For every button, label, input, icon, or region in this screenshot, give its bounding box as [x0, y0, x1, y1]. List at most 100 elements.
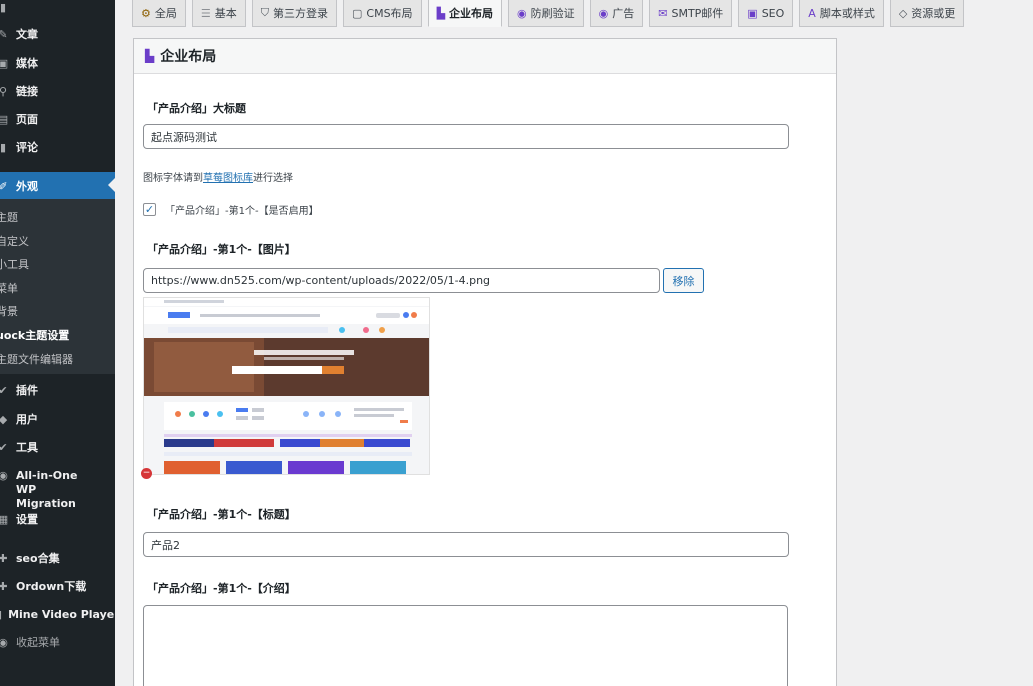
- submenu-item-menus[interactable]: 菜单: [0, 280, 18, 296]
- sidebar-item-label: 链接: [16, 85, 38, 98]
- title-label: 「产品介绍」-第1个-【标题】: [147, 508, 296, 521]
- sidebar-item-comments[interactable]: ▮ 评论: [0, 134, 115, 160]
- sidebar-item-top[interactable]: ▮: [0, 0, 115, 20]
- seo-icon: ✚: [0, 551, 8, 565]
- sidebar-item-links[interactable]: ⚲ 链接: [0, 78, 115, 104]
- comment-icon: ▮: [0, 140, 7, 154]
- tab-label: 防刷验证: [530, 7, 575, 20]
- tab-cms-layout[interactable]: ▢ CMS布局: [343, 0, 422, 27]
- tab-label: 基本: [214, 7, 237, 20]
- download-icon: ✚: [0, 579, 8, 593]
- sidebar-item-video-player[interactable]: ▮ Mine Video Player: [0, 601, 115, 627]
- tab-label: 第三方登录: [273, 7, 328, 20]
- sidebar-item-plugins[interactable]: ✔ 插件: [0, 377, 115, 403]
- sidebar-item-label: 工具: [16, 441, 38, 454]
- intro-label: 「产品介绍」-第1个-【介绍】: [147, 582, 296, 595]
- tab-label: SMTP邮件: [671, 7, 724, 20]
- sidebar-item-seo[interactable]: ✚ seo合集: [0, 545, 115, 571]
- sidebar-item-label: 页面: [16, 113, 38, 126]
- building-icon: ▙: [436, 6, 446, 20]
- enable-checkbox[interactable]: ✓: [143, 203, 156, 216]
- gear-icon: ⚙: [141, 6, 151, 20]
- submenu-item-theme-editor[interactable]: 主题文件编辑器: [0, 351, 73, 367]
- submenu-item-theme-settings[interactable]: uock主题设置: [0, 327, 69, 343]
- intro-textarea[interactable]: [143, 605, 788, 686]
- sidebar-item-label: All-in-One WP Migration: [16, 469, 78, 510]
- brush-icon: ✐: [0, 179, 8, 193]
- script-icon: A: [808, 6, 816, 20]
- image-url-input[interactable]: https://www.dn525.com/wp-content/uploads…: [143, 268, 660, 293]
- tab-resources[interactable]: ◇ 资源或更: [889, 0, 965, 27]
- users-icon: ◆: [0, 412, 8, 426]
- sidebar-item-media[interactable]: ▣ 媒体: [0, 50, 115, 76]
- main-content: ⚙ 全局 ☰ 基本 ⛉ 第三方登录 ▢ CMS布局 ▙ 企业布局 ◉ 防刷验证 …: [115, 0, 1033, 686]
- tab-basic[interactable]: ☰ 基本: [191, 0, 246, 27]
- image-label: 「产品介绍」-第1个-【图片】: [147, 243, 296, 256]
- tab-label: 资源或更: [911, 7, 956, 20]
- building-icon: ▙: [145, 49, 155, 63]
- tab-label: 企业布局: [449, 7, 494, 20]
- tab-third-party-login[interactable]: ⛉ 第三方登录: [251, 0, 337, 27]
- tools-icon: ✔: [0, 440, 8, 454]
- panel-title: 企业布局: [160, 49, 217, 65]
- tab-label: SEO: [761, 6, 785, 20]
- sidebar-item-settings[interactable]: ▦ 设置: [0, 506, 115, 532]
- note-suffix: 进行选择: [253, 173, 293, 184]
- sidebar-item-label: 媒体: [16, 57, 38, 70]
- submenu-item-background[interactable]: 背景: [0, 303, 18, 319]
- tab-label: 脚本或样式: [819, 7, 875, 20]
- resource-icon: ◇: [898, 6, 908, 20]
- collapse-icon: ◉: [0, 635, 8, 649]
- tab-anti-spam[interactable]: ◉ 防刷验证: [508, 0, 584, 27]
- tab-enterprise-layout[interactable]: ▙ 企业布局: [427, 0, 503, 27]
- tab-ads[interactable]: ◉ 广告: [589, 0, 644, 27]
- submenu-item-customize[interactable]: 自定义: [0, 233, 29, 249]
- sidebar-item-label: 外观: [16, 180, 38, 193]
- sidebar-item-tools[interactable]: ✔ 工具: [0, 434, 115, 460]
- submenu-item-themes[interactable]: 主题: [0, 209, 18, 225]
- tab-global[interactable]: ⚙ 全局: [132, 0, 186, 27]
- sidebar-item-label: 插件: [16, 384, 38, 397]
- remove-image-icon[interactable]: −: [141, 468, 152, 479]
- sidebar-item-pages[interactable]: ▤ 页面: [0, 106, 115, 132]
- tab-smtp[interactable]: ✉ SMTP邮件: [649, 0, 733, 27]
- link-icon: ⚲: [0, 84, 8, 98]
- tab-label: 广告: [612, 7, 635, 20]
- sidebar-item-posts[interactable]: ✎ 文章: [0, 21, 115, 47]
- title-input[interactable]: 产品2: [143, 532, 789, 557]
- remove-image-button[interactable]: 移除: [663, 268, 704, 293]
- sidebar-item-appearance[interactable]: ✐ 外观: [0, 172, 115, 200]
- sidebar-item-label: 用户: [16, 413, 38, 426]
- sidebar-item-label: Mine Video Player: [8, 607, 115, 621]
- mail-icon: ✉: [658, 6, 668, 20]
- page-icon: ▤: [0, 112, 9, 126]
- image-preview: [143, 297, 430, 475]
- collapse-menu-label: 收起菜单: [16, 636, 60, 649]
- sidebar-item-migration[interactable]: ◉ All-in-One WP Migration: [0, 462, 115, 510]
- sidebar-item-ordown[interactable]: ✚ Ordown下载: [0, 573, 115, 599]
- shield-icon: ◉: [517, 6, 527, 20]
- big-title-input[interactable]: 起点源码测试: [143, 124, 789, 149]
- layout-icon: ▢: [352, 6, 363, 20]
- dashboard-icon: ▮: [0, 0, 7, 14]
- collapse-menu-button[interactable]: ◉ 收起菜单: [0, 629, 115, 655]
- plugin-icon: ✔: [0, 383, 8, 397]
- website-screenshot-thumbnail: [144, 298, 429, 474]
- sidebar-item-label: 评论: [16, 141, 38, 154]
- settings-panel: ▙ 企业布局 「产品介绍」大标题 起点源码测试 图标字体请到草莓图标库进行选择 …: [133, 38, 837, 686]
- panel-header: ▙ 企业布局: [134, 39, 836, 74]
- sidebar-item-label: 设置: [16, 513, 38, 526]
- submenu-item-widgets[interactable]: 小工具: [0, 256, 29, 272]
- settings-tabs: ⚙ 全局 ☰ 基本 ⛉ 第三方登录 ▢ CMS布局 ▙ 企业布局 ◉ 防刷验证 …: [132, 0, 1033, 28]
- tab-seo[interactable]: ▣ SEO: [738, 0, 794, 27]
- list-icon: ☰: [200, 6, 211, 20]
- enable-checkbox-row[interactable]: ✓ 「产品介绍」-第1个-【是否启用】: [143, 202, 319, 217]
- tab-label: 全局: [154, 7, 177, 20]
- icon-font-note: 图标字体请到草莓图标库进行选择: [143, 169, 293, 184]
- enable-label: 「产品介绍」-第1个-【是否启用】: [165, 206, 319, 217]
- tab-scripts[interactable]: A 脚本或样式: [799, 0, 884, 27]
- sidebar-item-users[interactable]: ◆ 用户: [0, 406, 115, 432]
- big-title-label: 「产品介绍」大标题: [147, 102, 246, 115]
- icon-library-link[interactable]: 草莓图标库: [203, 173, 253, 184]
- migration-icon: ◉: [0, 469, 8, 482]
